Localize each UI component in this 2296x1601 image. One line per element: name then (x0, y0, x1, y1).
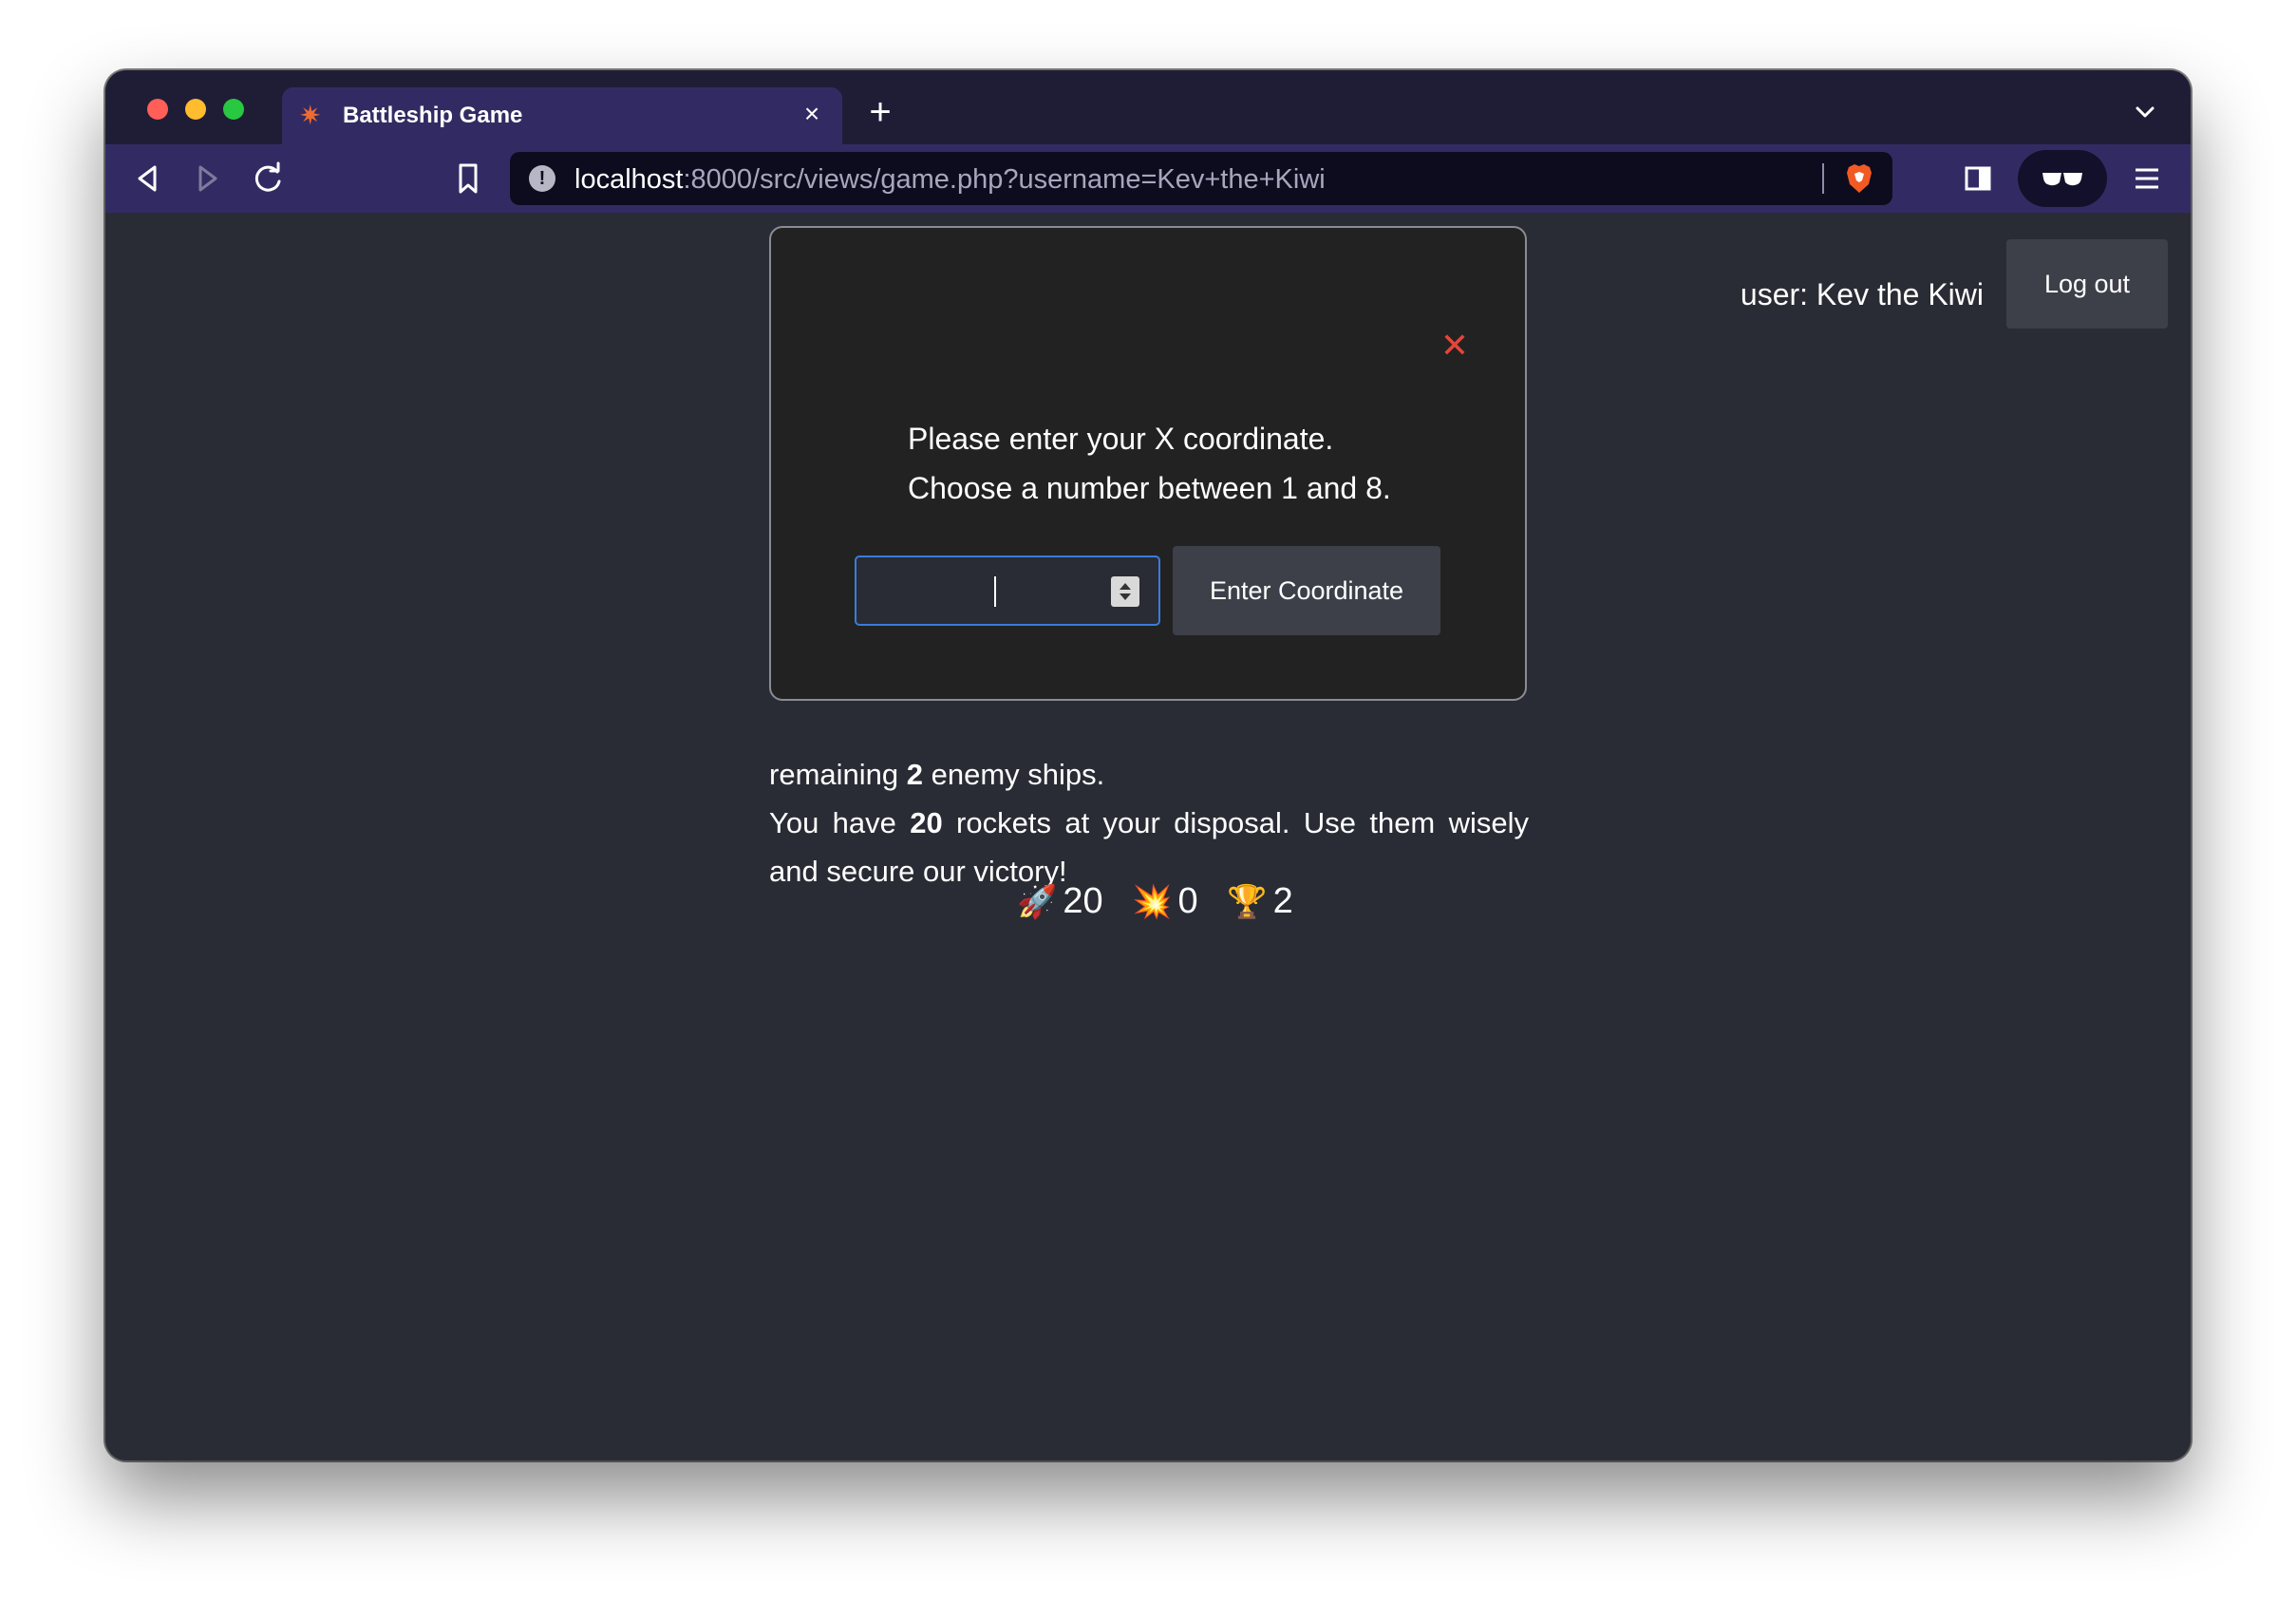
dialog-hint: Choose a number between 1 and 8. (908, 471, 1391, 505)
site-info-icon[interactable]: ! (529, 165, 555, 192)
logout-button[interactable]: Log out (2006, 239, 2168, 329)
sidebar-icon[interactable] (1957, 158, 1999, 199)
brave-shields-icon[interactable] (1843, 161, 1875, 196)
browser-toolbar: ! localhost:8000/src/views/game.php?user… (105, 144, 2191, 213)
ships-count: 2 (1272, 881, 1293, 921)
tab-close-button[interactable]: × (795, 97, 829, 131)
url-host: localhost (574, 164, 684, 195)
url-path: :8000/src/views/game.php?username=Kev+th… (683, 164, 1326, 195)
mission-line-remaining: remaining 2 enemy ships. (769, 758, 1105, 791)
bookmark-icon[interactable] (447, 158, 489, 199)
remaining-ships-count: 2 (906, 758, 923, 791)
rockets-count: 20 (910, 806, 943, 839)
explosion-icon: ✷ (299, 101, 322, 130)
mission-text: remaining 2 enemy ships. You have 20 roc… (769, 758, 1529, 895)
tab-bar: ✷ Battleship Game × + (105, 70, 2191, 144)
enter-coordinate-button[interactable]: Enter Coordinate (1173, 546, 1440, 635)
explosion-icon: 💥 (1132, 884, 1173, 920)
text-caret (994, 576, 996, 607)
coordinate-input[interactable] (855, 556, 1160, 626)
tab-battleship-game[interactable]: ✷ Battleship Game × (282, 87, 842, 144)
url-text: localhost:8000/src/views/game.php?userna… (574, 163, 1326, 196)
rocket-icon: 🚀 (1017, 884, 1058, 920)
dialog-prompt: Please enter your X coordinate. (908, 422, 1334, 456)
reload-icon[interactable] (248, 158, 290, 199)
back-icon[interactable] (126, 158, 168, 199)
rockets-stat: 🚀 20 (1017, 877, 1103, 926)
new-tab-button[interactable]: + (861, 93, 899, 131)
rockets-remaining: 20 (1063, 881, 1103, 921)
page-content: user: Kev the Kiwi Log out remaining 2 e… (105, 213, 2191, 1460)
address-bar[interactable]: ! localhost:8000/src/views/game.php?user… (510, 152, 1892, 205)
glasses-icon (2042, 173, 2082, 186)
maximize-window-button[interactable] (223, 99, 244, 120)
hits-count: 0 (1177, 881, 1198, 921)
forward-icon[interactable] (187, 158, 229, 199)
close-icon[interactable]: ✕ (1436, 327, 1474, 365)
tab-title: Battleship Game (343, 103, 523, 128)
wallet-button[interactable] (2018, 150, 2107, 207)
number-spinner[interactable] (1111, 576, 1139, 607)
hits-stat: 💥 0 (1132, 877, 1197, 926)
menu-icon[interactable] (2126, 158, 2168, 199)
chevron-down-icon[interactable] (2128, 95, 2162, 129)
user-label: user: Kev the Kiwi (1740, 277, 1984, 311)
trophy-icon: 🏆 (1227, 884, 1268, 920)
browser-window: ✷ Battleship Game × + ! localhost:8000/s… (105, 70, 2191, 1460)
url-divider (1822, 163, 1824, 194)
minimize-window-button[interactable] (185, 99, 206, 120)
ships-stat: 🏆 2 (1227, 877, 1292, 926)
close-window-button[interactable] (147, 99, 168, 120)
coordinate-dialog: ✕ Please enter your X coordinate. Choose… (769, 226, 1527, 701)
game-stats: 🚀 20 💥 0 🏆 2 (1017, 877, 1312, 926)
